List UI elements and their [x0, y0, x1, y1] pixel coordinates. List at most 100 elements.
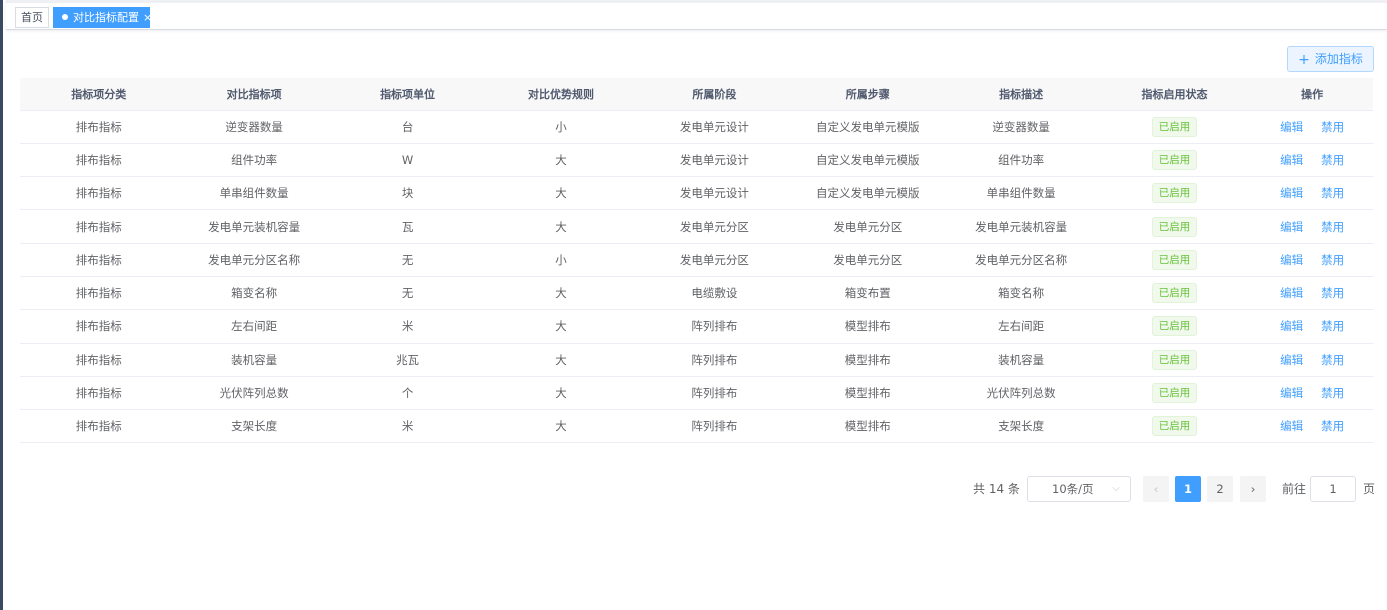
edit-button[interactable]: 编辑 [1280, 186, 1303, 200]
table-header-row: 指标项分类 对比指标项 指标项单位 对比优势规则 所属阶段 所属步骤 指标描述 指标启用状态操… [20, 78, 1373, 111]
tag-home[interactable]: 首页 [15, 7, 49, 28]
status-badge: 已启用 [1151, 416, 1198, 437]
cell-desc: 光伏阵列总数 [944, 376, 1098, 411]
disable-button[interactable]: 禁用 [1321, 353, 1344, 367]
edit-button[interactable]: 编辑 [1280, 153, 1303, 167]
cell-stage: 发电单元分区 [637, 243, 792, 277]
disable-button[interactable]: 禁用 [1321, 186, 1344, 200]
cell-unit: 台 [330, 110, 485, 144]
next-page-button[interactable]: › [1240, 476, 1266, 502]
cell-rule: 大 [484, 343, 638, 377]
disable-button[interactable]: 禁用 [1321, 386, 1344, 400]
page-2-button[interactable]: 2 [1207, 476, 1233, 502]
cell-actions: 编辑 禁用 [1251, 343, 1373, 377]
cell-actions: 编辑 禁用 [1251, 143, 1373, 178]
disable-button[interactable]: 禁用 [1321, 419, 1344, 433]
cell-actions: 编辑 禁用 [1251, 243, 1373, 277]
cell-stage: 发电单元设计 [637, 143, 792, 178]
cell-unit: 无 [330, 243, 485, 277]
cell-step: 箱变布置 [791, 276, 945, 311]
cell-status: 已启用 [1097, 343, 1252, 377]
page-suffix-label: 页 [1363, 482, 1376, 496]
status-badge: 已启用 [1151, 249, 1198, 270]
cell-step: 模型排布 [791, 409, 945, 444]
cell-step: 模型排布 [791, 309, 945, 344]
cell-unit: 米 [330, 309, 485, 344]
table-row: 排布指标 逆变器数量台小发电单元设计 自定义发电单元模版 逆变器数量 已启用 编辑 禁用 [20, 110, 1373, 144]
disable-button[interactable]: 禁用 [1321, 253, 1344, 267]
close-icon[interactable]: × [143, 11, 152, 24]
tags-view-bar: 首页 对比指标配置 × [6, 0, 1387, 30]
table-body: 排布指标 逆变器数量台小发电单元设计 自定义发电单元模版 逆变器数量 已启用 编辑 禁用 排布… [20, 110, 1373, 444]
disable-button[interactable]: 禁用 [1321, 153, 1344, 167]
indicator-table: 指标项分类 对比指标项 指标项单位 对比优势规则 所属阶段 所属步骤 指标描述 指标启用状态操… [20, 78, 1373, 444]
edit-button[interactable]: 编辑 [1280, 220, 1303, 234]
cell-item: 左右间距 [177, 309, 331, 344]
column-header: 指标项单位 [330, 78, 485, 111]
cell-step: 自定义发电单元模版 [791, 143, 945, 178]
table-row: 排布指标 单串组件数量块大发电单元设计 自定义发电单元模版 单串组件数量 已启用 编辑 禁用 [20, 176, 1373, 211]
cell-stage: 阵列排布 [637, 309, 792, 344]
cell-actions: 编辑 禁用 [1251, 176, 1373, 211]
cell-status: 已启用 [1097, 176, 1252, 211]
column-header: 对比指标项 [177, 78, 331, 111]
edit-button[interactable]: 编辑 [1280, 386, 1303, 400]
edit-button[interactable]: 编辑 [1280, 120, 1303, 134]
status-badge: 已启用 [1151, 383, 1198, 404]
disable-button[interactable]: 禁用 [1321, 319, 1344, 333]
prev-page-button[interactable]: ‹ [1143, 476, 1169, 502]
cell-rule: 大 [484, 143, 638, 178]
cell-status: 已启用 [1097, 110, 1252, 144]
cell-step: 自定义发电单元模版 [791, 110, 945, 144]
cell-item: 单串组件数量 [177, 176, 331, 211]
edit-button[interactable]: 编辑 [1280, 253, 1303, 267]
table-row: 排布指标 装机容量 兆瓦大阵列排布 模型排布 装机容量 已启用 编辑 禁用 [20, 343, 1373, 377]
table-row: 排布指标 组件功率 W 大发电单元设计 自定义发电单元模版 组件功率 已启用 编辑 禁用 [20, 143, 1373, 178]
cell-stage: 发电单元设计 [637, 176, 792, 211]
page-1-button[interactable]: 1 [1175, 476, 1201, 502]
pagination: 共 14 条 10条/页 ⌵ ‹ 1 2 › 前往 页 [3, 476, 1387, 502]
cell-rule: 大 [484, 276, 638, 311]
cell-status: 已启用 [1097, 276, 1252, 311]
cell-desc: 单串组件数量 [944, 176, 1098, 211]
column-header: 所属步骤 [791, 78, 945, 111]
column-header: 所属阶段 [637, 78, 792, 111]
cell-item: 装机容量 [177, 343, 331, 377]
cell-desc: 逆变器数量 [944, 110, 1098, 144]
disable-button[interactable]: 禁用 [1321, 220, 1344, 234]
edit-button[interactable]: 编辑 [1280, 319, 1303, 333]
cell-stage: 阵列排布 [637, 376, 792, 411]
tag-active-label: 对比指标配置 [73, 11, 139, 24]
cell-step: 自定义发电单元模版 [791, 176, 945, 211]
cell-desc: 组件功率 [944, 143, 1098, 178]
cell-item: 组件功率 [177, 143, 331, 178]
table-row: 排布指标 支架长度米大阵列排布 模型排布 支架长度 已启用 编辑 禁用 [20, 409, 1373, 444]
cell-unit: 瓦 [330, 209, 485, 244]
cell-rule: 小 [484, 110, 638, 144]
add-indicator-button[interactable]: + 添加指标 [1287, 46, 1374, 72]
cell-actions: 编辑 禁用 [1251, 209, 1373, 244]
cell-stage: 发电单元分区 [637, 209, 792, 244]
disable-button[interactable]: 禁用 [1321, 286, 1344, 300]
goto-page-input[interactable] [1310, 476, 1356, 502]
cell-unit: 兆瓦 [330, 343, 485, 377]
cell-category: 排布指标 [20, 409, 178, 444]
edit-button[interactable]: 编辑 [1280, 419, 1303, 433]
cell-category: 排布指标 [20, 176, 178, 211]
cell-actions: 编辑 禁用 [1251, 276, 1373, 311]
table-row: 排布指标 发电单元装机容量瓦大发电单元分区 发电单元分区 发电单元装机容量 已启用 编辑禁… [20, 209, 1373, 244]
cell-category: 排布指标 [20, 276, 178, 311]
cell-item: 逆变器数量 [177, 110, 331, 144]
cell-desc: 左右间距 [944, 309, 1098, 344]
cell-stage: 电缆敷设 [637, 276, 792, 311]
chevron-down-icon: ⌵ [1112, 483, 1120, 494]
cell-item: 光伏阵列总数 [177, 376, 331, 411]
edit-button[interactable]: 编辑 [1280, 286, 1303, 300]
disable-button[interactable]: 禁用 [1321, 120, 1344, 134]
page-size-select[interactable]: 10条/页 ⌵ [1027, 476, 1131, 502]
cell-desc: 发电单元分区名称 [944, 243, 1098, 277]
cell-status: 已启用 [1097, 376, 1252, 411]
cell-rule: 小 [484, 243, 638, 277]
tag-active[interactable]: 对比指标配置 × [53, 7, 152, 28]
edit-button[interactable]: 编辑 [1280, 353, 1303, 367]
